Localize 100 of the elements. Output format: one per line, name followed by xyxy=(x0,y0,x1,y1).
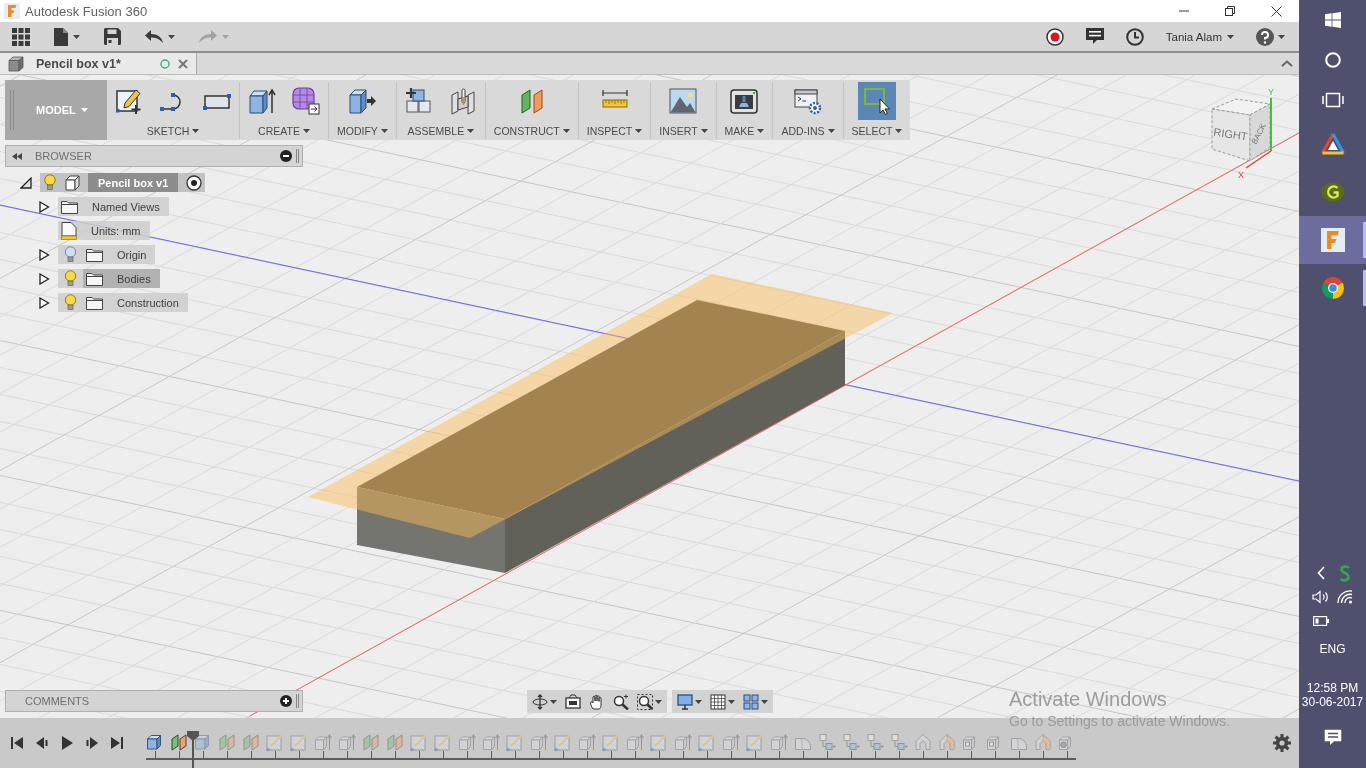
zoom-icon[interactable] xyxy=(613,693,629,710)
ring-icon[interactable] xyxy=(1324,52,1341,68)
notification-icon[interactable] xyxy=(1323,729,1342,746)
taskbar-app[interactable] xyxy=(1299,216,1366,264)
save-icon[interactable] xyxy=(104,28,121,45)
box-icon[interactable] xyxy=(194,733,212,751)
toolbar-menu[interactable]: SELECT xyxy=(851,125,903,137)
monitor-icon[interactable] xyxy=(677,693,693,710)
caret-icon[interactable] xyxy=(380,129,388,133)
caret-icon[interactable] xyxy=(700,129,708,133)
record-icon[interactable] xyxy=(1045,27,1064,46)
help-icon[interactable] xyxy=(1256,27,1274,46)
tree-item[interactable]: Bodies xyxy=(83,269,160,288)
cubes-plus-icon[interactable] xyxy=(404,87,433,115)
start-icon[interactable] xyxy=(1324,12,1341,28)
caret-icon[interactable] xyxy=(550,699,557,704)
speech-bubble-icon[interactable] xyxy=(1085,27,1104,46)
corner-triangle-icon[interactable] xyxy=(20,176,32,189)
planes-icon[interactable] xyxy=(170,733,188,751)
sketch-pencil-icon[interactable] xyxy=(115,87,143,115)
play-icon[interactable] xyxy=(60,736,74,750)
undo-icon[interactable] xyxy=(145,29,163,44)
skip-start-icon[interactable] xyxy=(10,736,24,750)
close-icon[interactable] xyxy=(178,58,188,69)
radio-target-icon[interactable] xyxy=(186,174,203,191)
box-icon[interactable] xyxy=(146,733,164,751)
caret-icon[interactable] xyxy=(302,129,310,133)
tree-item[interactable]: Units: mm xyxy=(58,221,150,240)
box-model[interactable] xyxy=(357,300,845,573)
hand-icon[interactable] xyxy=(589,693,605,710)
wifi-icon[interactable] xyxy=(1336,590,1353,604)
lightbulb-icon[interactable] xyxy=(44,174,56,191)
zoom-fit-icon[interactable] xyxy=(637,693,653,710)
look-at-icon[interactable] xyxy=(565,693,581,710)
tree-item[interactable]: Named Views xyxy=(58,197,169,216)
toolbar-menu[interactable]: ADD-INS xyxy=(781,125,835,137)
right-triangle-icon[interactable] xyxy=(38,296,50,309)
caret-icon[interactable] xyxy=(757,129,765,133)
chevron-up-icon[interactable] xyxy=(1281,60,1293,67)
user-menu[interactable]: Tania Alam xyxy=(1165,30,1234,43)
toolbar-menu[interactable]: SKETCH xyxy=(146,125,200,137)
collapse-icon[interactable] xyxy=(12,152,22,160)
right-triangle-icon[interactable] xyxy=(38,272,50,285)
settings-icon[interactable] xyxy=(1273,734,1291,752)
clock-time[interactable]: 12:58 PM xyxy=(1306,681,1359,695)
tree-item[interactable]: Origin xyxy=(83,245,156,264)
task-view-icon[interactable] xyxy=(1321,92,1344,108)
step-forward-icon[interactable] xyxy=(85,736,99,750)
image-icon[interactable] xyxy=(669,87,698,115)
select-icon[interactable] xyxy=(857,82,896,120)
toolbar-menu[interactable]: MODIFY xyxy=(337,125,388,137)
apps-grid-icon[interactable] xyxy=(12,27,30,46)
toolbar-menu[interactable]: INSPECT xyxy=(586,125,643,137)
minus-circle-icon[interactable] xyxy=(280,150,292,162)
battery-icon[interactable] xyxy=(1312,616,1329,626)
caret-icon[interactable] xyxy=(827,129,835,133)
caret-icon[interactable] xyxy=(562,129,570,133)
orbit-icon[interactable] xyxy=(532,693,548,710)
grid-icon[interactable] xyxy=(710,693,726,710)
tree-item[interactable]: Construction xyxy=(83,293,188,312)
script-gear-icon[interactable] xyxy=(793,87,822,115)
printer-icon[interactable] xyxy=(730,87,759,115)
step-back-icon[interactable] xyxy=(35,736,49,750)
view-cube[interactable] xyxy=(1211,98,1271,162)
sketch-plane[interactable] xyxy=(308,274,893,538)
lightbulb-icon[interactable] xyxy=(58,245,83,264)
caret-icon[interactable] xyxy=(168,34,175,39)
speaker-icon[interactable] xyxy=(1311,590,1330,604)
caret-icon[interactable] xyxy=(73,34,80,39)
lightbulb-icon[interactable] xyxy=(58,269,83,288)
caret-icon[interactable] xyxy=(467,129,475,133)
right-triangle-icon[interactable] xyxy=(38,248,50,261)
toolbar-menu[interactable]: CONSTRUCT xyxy=(493,125,570,137)
clock-icon[interactable] xyxy=(1125,27,1144,46)
toolbar-menu[interactable]: ASSEMBLE xyxy=(407,125,475,137)
extrude-box-icon[interactable] xyxy=(248,87,276,115)
chevron-left-icon[interactable] xyxy=(1316,566,1325,580)
document-icon[interactable] xyxy=(54,27,68,46)
caret-icon[interactable] xyxy=(695,699,702,704)
document-tab[interactable]: Pencil box v1* xyxy=(0,53,197,74)
skip-end-icon[interactable] xyxy=(110,736,124,750)
caret-icon[interactable] xyxy=(761,699,768,704)
box-arrow-icon[interactable] xyxy=(348,87,377,115)
s-logo-icon[interactable] xyxy=(1338,564,1351,582)
right-triangle-icon[interactable] xyxy=(38,200,50,213)
lightbulb-icon[interactable] xyxy=(58,293,83,312)
caret-icon[interactable] xyxy=(192,129,200,133)
language-indicator[interactable]: ENG xyxy=(1319,642,1346,656)
toolbar-menu[interactable]: CREATE xyxy=(258,125,310,137)
clock-date[interactable]: 30-06-2017 xyxy=(1301,695,1364,709)
plus-circle-icon[interactable] xyxy=(280,695,292,707)
timeline-marker[interactable] xyxy=(187,731,199,768)
caret-icon[interactable] xyxy=(635,129,643,133)
grid-cube-icon[interactable] xyxy=(292,87,320,115)
caret-icon[interactable] xyxy=(1278,34,1285,39)
toolbar-menu[interactable]: MAKE xyxy=(724,125,765,137)
caret-icon[interactable] xyxy=(895,129,903,133)
viewports-icon[interactable] xyxy=(743,693,759,710)
caret-icon[interactable] xyxy=(728,699,735,704)
caret-icon[interactable] xyxy=(1227,34,1234,39)
